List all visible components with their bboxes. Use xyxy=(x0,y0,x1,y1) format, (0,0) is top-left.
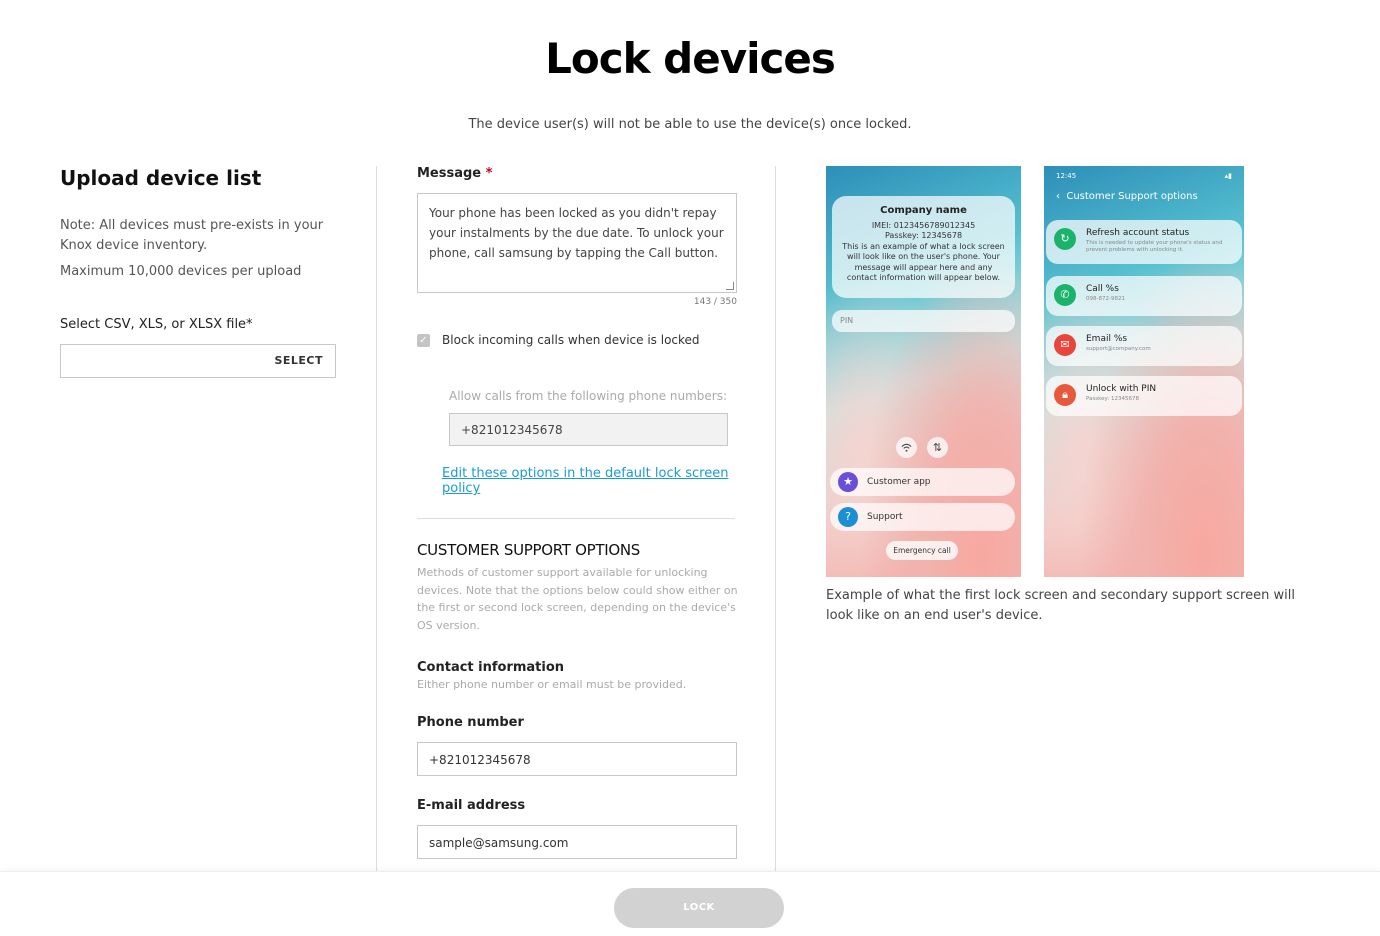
upload-max: Maximum 10,000 devices per upload xyxy=(60,264,302,279)
lock-body-text: This is an example of what a lock screen… xyxy=(842,241,1005,283)
upload-section: Upload device list Note: All devices mus… xyxy=(60,166,340,378)
status-icons: ⇅ xyxy=(896,437,948,458)
page-title: Lock devices xyxy=(545,34,836,83)
customer-app-label: Customer app xyxy=(867,477,931,487)
contact-desc: Either phone number or email must be pro… xyxy=(417,678,687,691)
option-refresh: ↻ Refresh account status This is needed t… xyxy=(1046,220,1242,264)
column-divider xyxy=(775,166,776,872)
company-name: Company name xyxy=(880,205,967,216)
support-title: CUSTOMER SUPPORT OPTIONS xyxy=(417,541,641,559)
option-unlock-pin: 🔒︎ Unlock with PIN Passkey: 12345678 xyxy=(1046,376,1242,416)
data-transfer-icon: ⇅ xyxy=(927,437,948,458)
support-pill: ? Support xyxy=(830,503,1015,531)
contact-label: Contact information xyxy=(417,660,565,675)
required-mark: * xyxy=(485,166,493,181)
message-label: Message * xyxy=(417,166,493,181)
email-label: E-mail address xyxy=(417,798,526,813)
lock-icon: 🔒︎ xyxy=(1054,384,1076,406)
resize-handle[interactable] xyxy=(726,282,734,290)
file-label: Select CSV, XLS, or XLSX file* xyxy=(60,317,253,332)
phone-label: Phone number xyxy=(417,715,524,730)
customer-app-pill: ★ Customer app xyxy=(830,468,1015,496)
emergency-call: Emergency call xyxy=(886,541,958,560)
phone-input[interactable]: +821012345678 xyxy=(417,742,737,776)
preview-caption: Example of what the first lock screen an… xyxy=(826,588,1295,623)
imei-text: IMEI: 0123456789012345 xyxy=(871,220,976,230)
status-time: 12:45 xyxy=(1056,172,1077,180)
refresh-icon: ↻ xyxy=(1054,228,1076,250)
email-input[interactable]: sample@samsung.com xyxy=(417,825,737,859)
message-section: Message * Your phone has been locked as … xyxy=(417,166,757,859)
select-file-button[interactable]: SELECT xyxy=(274,354,323,367)
message-text: Your phone has been locked as you didn't… xyxy=(429,206,724,260)
block-calls-label: Block incoming calls when device is lock… xyxy=(442,333,700,347)
signal-icon: ▴▮ xyxy=(1224,172,1232,180)
lock-button[interactable]: LOCK xyxy=(614,888,784,928)
block-calls-checkbox[interactable]: ✓ xyxy=(417,333,430,347)
option-call: ✆ Call %s 098-872-9821 xyxy=(1046,276,1242,316)
footer-bar: LOCK xyxy=(0,871,1380,936)
section-divider xyxy=(417,518,735,519)
phone-icon: ✆ xyxy=(1054,284,1076,306)
allow-calls-label: Allow calls from the following phone num… xyxy=(449,389,728,403)
email-icon: ✉ xyxy=(1054,334,1076,356)
edit-policy-link[interactable]: Edit these options in the default lock s… xyxy=(442,466,757,496)
passkey-text: Passkey: 12345678 xyxy=(884,231,963,240)
char-count: 143 / 350 xyxy=(693,297,737,307)
help-icon: ? xyxy=(838,507,858,527)
allow-calls-input[interactable]: +821012345678 xyxy=(449,413,728,446)
support-label: Support xyxy=(867,512,903,522)
message-textarea[interactable]: Your phone has been locked as you didn't… xyxy=(417,193,737,293)
block-calls-row[interactable]: ✓ Block incoming calls when device is lo… xyxy=(417,333,757,347)
file-input[interactable]: SELECT xyxy=(60,344,336,378)
upload-note: Note: All devices must pre-exists in you… xyxy=(60,218,324,253)
support-screen-preview: 12:45 ▴▮ ‹ Customer Support options ↻ Re… xyxy=(1044,166,1244,577)
support-description: Methods of customer support available fo… xyxy=(417,566,738,632)
pin-field: PIN xyxy=(832,310,1015,332)
option-email: ✉ Email %s support@company.com xyxy=(1046,326,1242,366)
column-divider xyxy=(376,166,377,872)
support-options-header: ‹ Customer Support options xyxy=(1056,191,1198,202)
page-subtitle: The device user(s) will not be able to u… xyxy=(468,117,912,132)
wifi-icon xyxy=(896,437,917,458)
company-card: Company name IMEI: 0123456789012345 Pass… xyxy=(832,196,1015,298)
upload-heading: Upload device list xyxy=(60,166,262,190)
lock-screen-preview: Company name IMEI: 0123456789012345 Pass… xyxy=(826,166,1021,577)
star-icon: ★ xyxy=(838,472,858,492)
